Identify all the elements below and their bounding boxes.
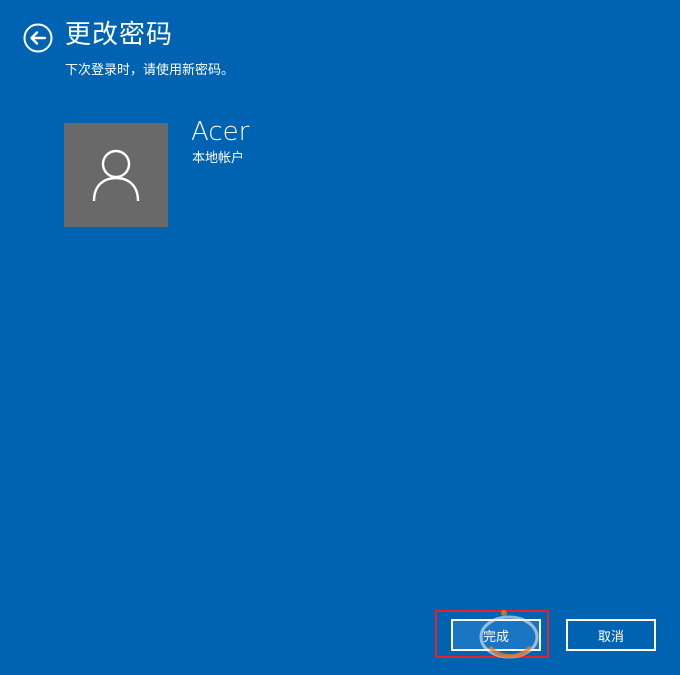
finish-button[interactable]: 完成 (451, 619, 541, 651)
back-button[interactable] (23, 23, 53, 53)
back-arrow-icon (23, 23, 53, 53)
account-type: 本地帐户 (192, 151, 245, 166)
cancel-button[interactable]: 取消 (566, 619, 656, 651)
avatar (64, 123, 168, 227)
user-icon (92, 149, 140, 202)
page-subtitle: 下次登录时，请使用新密码。 (65, 63, 235, 78)
page-title: 更改密码 (65, 20, 174, 50)
user-name: Acer (191, 117, 250, 147)
